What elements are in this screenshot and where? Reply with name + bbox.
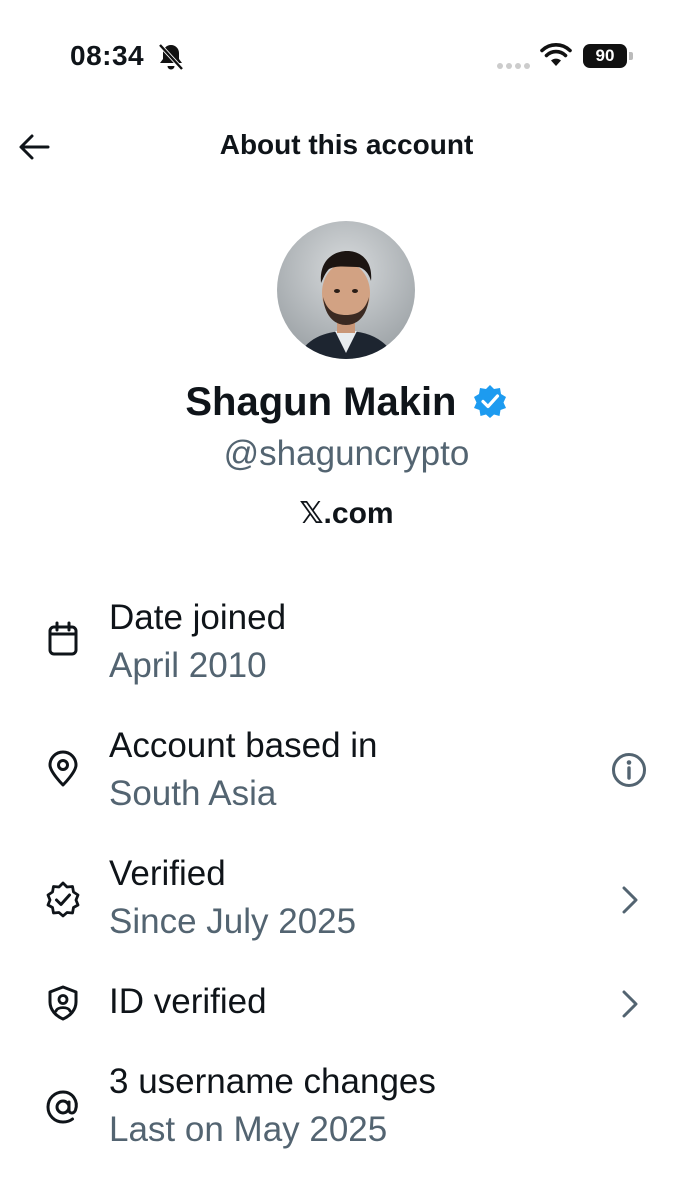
location-pin-icon: [48, 750, 78, 787]
row-title: Account based in: [109, 726, 378, 765]
row-subtitle: Since July 2025: [109, 902, 357, 941]
info-row-id-verified[interactable]: ID verified: [0, 976, 693, 1032]
info-row-date-joined: Date joined April 2010: [0, 592, 693, 692]
bell-slash-icon: [158, 43, 184, 71]
page-title: About this account: [219, 129, 474, 160]
row-title: Date joined: [109, 598, 287, 637]
profile-name: Shagun Makin: [185, 380, 457, 424]
profile-site[interactable]: 𝕏.com: [0, 496, 693, 531]
row-title: 3 username changes: [109, 1062, 436, 1101]
row-subtitle: April 2010: [109, 646, 267, 685]
wifi-icon: [540, 43, 572, 66]
row-title: Verified: [109, 854, 226, 893]
info-row-verified[interactable]: Verified Since July 2025: [0, 850, 693, 950]
signal-icon: [497, 63, 530, 69]
avatar[interactable]: [277, 221, 415, 359]
header: About this account: [0, 115, 693, 175]
id-shield-icon: [48, 985, 78, 1021]
verified-check-icon: [46, 881, 80, 918]
info-row-username-changes: 3 username changes Last on May 2025: [0, 1058, 693, 1158]
info-row-account-based-in: Account based in South Asia: [0, 722, 693, 822]
chevron-right-icon[interactable]: [609, 984, 649, 1024]
row-subtitle: South Asia: [109, 774, 277, 813]
battery-level: 90: [583, 44, 627, 68]
profile-handle: @shaguncrypto: [223, 434, 470, 473]
calendar-icon: [48, 621, 78, 656]
status-time: 08:34: [70, 40, 145, 71]
profile-name-row: Shagun Makin: [0, 380, 693, 430]
row-title: ID verified: [109, 982, 267, 1021]
battery-icon: 90: [583, 42, 635, 70]
at-sign-icon: [46, 1090, 78, 1124]
battery-tip: [629, 52, 633, 60]
info-icon[interactable]: [609, 750, 649, 790]
row-subtitle: Last on May 2025: [109, 1110, 388, 1149]
status-bar: 08:34 90: [0, 0, 693, 100]
verified-badge-icon: [473, 385, 506, 418]
chevron-right-icon[interactable]: [609, 880, 649, 920]
